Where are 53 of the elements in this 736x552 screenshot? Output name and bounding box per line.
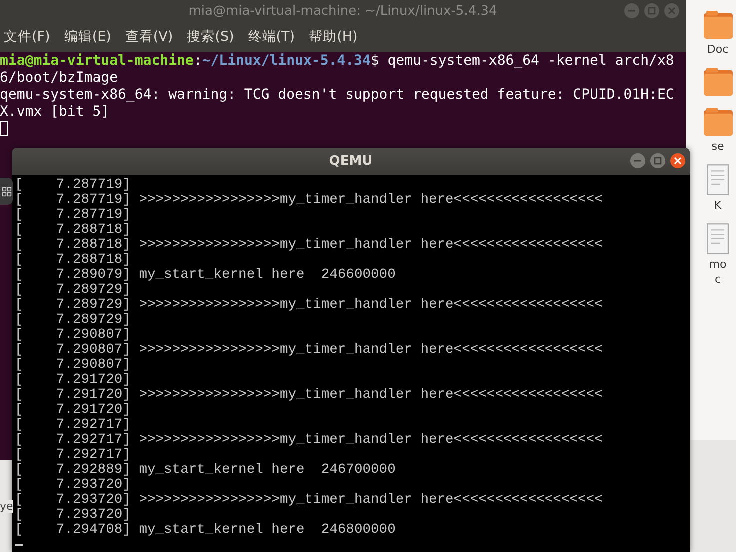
folder-icon[interactable]: [703, 107, 733, 137]
console-line: [ 7.287719] >>>>>>>>>>>>>>>>>my_timer_handler here<<<<<<<<<<<<<<<<<<: [15, 193, 604, 208]
minimize-icon[interactable]: [630, 153, 646, 169]
console-line: [ 7.293720]: [15, 478, 132, 493]
desktop-label: ye: [0, 500, 14, 513]
window-title: mia@mia-virtual-machine: ~/Linux/linux-5.4.34: [188, 4, 498, 18]
command-line: mia@mia-virtual-machine:~/Linux/linux-5.4.34$ qemu-system-x86_64 -kernel arch/x8: [0, 53, 676, 70]
console-line: [ 7.294708] my_start_kernel here 246800000: [15, 523, 397, 538]
console-line: [ 7.287719]: [15, 208, 132, 223]
minimize-icon[interactable]: [624, 3, 640, 19]
console-line: [ 7.289729]: [15, 283, 132, 298]
folder-icon[interactable]: [703, 67, 733, 97]
document-icon[interactable]: [707, 223, 729, 255]
console-line: [ 7.287719]: [15, 178, 132, 193]
console-line: [ 7.290807]: [15, 328, 132, 343]
console-line: [ 7.291720]: [15, 373, 132, 388]
file-label: se: [712, 139, 724, 154]
maximize-icon[interactable]: [644, 3, 660, 19]
menu-item[interactable]: 查看(V): [125, 28, 174, 46]
text-cursor: [15, 544, 23, 546]
file-label: K: [714, 198, 722, 213]
menu-item[interactable]: 编辑(E): [64, 28, 112, 46]
close-icon[interactable]: [670, 153, 686, 169]
console-line: [ 7.288718]: [15, 223, 132, 238]
console-line: [ 7.290807] >>>>>>>>>>>>>>>>>my_timer_handler here<<<<<<<<<<<<<<<<<<: [15, 343, 604, 358]
console-line: [ 7.292717]: [15, 448, 132, 463]
console-line: [ 7.291720]: [15, 403, 132, 418]
terminal-output: qemu-system-x86_64: warning: TCG doesn't support requested feature: CPUID.01H:EC: [0, 87, 676, 104]
console-line: [ 7.291720] >>>>>>>>>>>>>>>>>my_timer_handler here<<<<<<<<<<<<<<<<<<: [15, 388, 604, 403]
window-title: QEMU: [329, 154, 373, 169]
console-line: [ 7.290807]: [15, 358, 132, 373]
console-line: [ 7.292889] my_start_kernel here 246700000: [15, 463, 397, 478]
document-icon[interactable]: [707, 164, 729, 196]
file-label: Doc: [707, 42, 729, 57]
terminal-output: 6/boot/bzImage: [0, 70, 120, 87]
console-line: [ 7.289729] >>>>>>>>>>>>>>>>>my_timer_handler here<<<<<<<<<<<<<<<<<<: [15, 298, 604, 313]
console-line: [ 7.289729]: [15, 313, 132, 328]
text-cursor: [0, 121, 8, 136]
file-label: mo c: [709, 257, 727, 287]
console-line: [ 7.289079] my_start_kernel here 246600000: [15, 268, 397, 283]
folder-icon[interactable]: [703, 10, 733, 40]
console-line: [ 7.292717] >>>>>>>>>>>>>>>>>my_timer_handler here<<<<<<<<<<<<<<<<<<: [15, 433, 604, 448]
console-line: [ 7.292717]: [15, 418, 132, 433]
menu-item[interactable]: 文件(F): [4, 28, 50, 46]
menu-item[interactable]: 终端(T): [248, 28, 296, 46]
console-line: [ 7.288718] >>>>>>>>>>>>>>>>>my_timer_handler here<<<<<<<<<<<<<<<<<<: [15, 238, 604, 253]
input-method-icon[interactable]: [0, 178, 13, 205]
console-line: [ 7.293720]: [15, 508, 132, 523]
menu-item[interactable]: 帮助(H): [309, 28, 358, 46]
menu-item[interactable]: 搜索(S): [187, 28, 234, 46]
console-line: [ 7.293720] >>>>>>>>>>>>>>>>>my_timer_handler here<<<<<<<<<<<<<<<<<<: [15, 493, 604, 508]
terminal-output: X.vmx [bit 5]: [0, 104, 111, 121]
console-line: [ 7.288718]: [15, 253, 132, 268]
